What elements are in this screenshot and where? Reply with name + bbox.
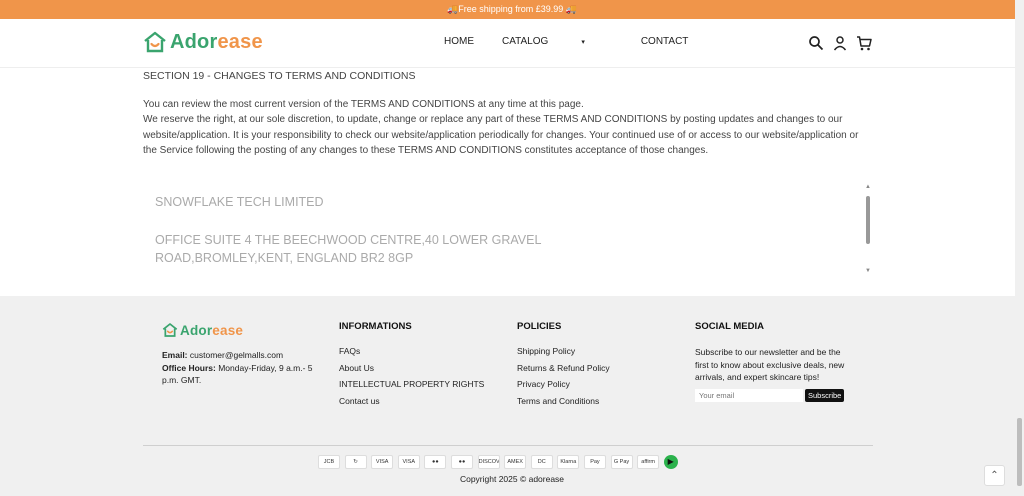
newsletter-email-input[interactable] [695, 388, 803, 402]
footer-link-terms[interactable]: Terms and Conditions [517, 396, 610, 406]
footer-divider [143, 445, 873, 446]
informations-column: INFORMATIONS FAQs About Us INTELLECTUAL … [339, 321, 484, 413]
diners-club-icon: DC [530, 455, 553, 469]
promo-banner: 🚚Free shipping from £39.99 🚚 [0, 0, 1024, 19]
search-icon[interactable] [808, 35, 824, 51]
inner-scrollbar[interactable]: ▲ ▼ [863, 184, 873, 276]
visa-icon: VISA [397, 455, 420, 469]
newsletter-text: Subscribe to our newsletter and be the f… [695, 347, 845, 382]
footer-link-ip-rights[interactable]: INTELLECTUAL PROPERTY RIGHTS [339, 379, 484, 389]
discover-icon: DISCOVER [477, 455, 500, 469]
newsletter-form: Subscribe [695, 388, 855, 402]
cart-icon[interactable] [856, 35, 872, 51]
brand-name: Adorease [170, 30, 263, 53]
contact-info: Email: customer@gelmalls.com Office Hour… [162, 349, 322, 387]
column-title: SOCIAL MEDIA [695, 321, 764, 332]
play-icon: ▶ [663, 455, 678, 469]
back-to-top-button[interactable]: ⌃ [984, 465, 1005, 486]
user-icon[interactable] [832, 35, 848, 51]
footer-logo[interactable]: Adorease [162, 322, 243, 338]
jcb-icon: JCB [318, 455, 340, 469]
nav-contact[interactable]: CONTACT [641, 36, 689, 47]
scroll-down-arrow-icon[interactable]: ▼ [865, 268, 871, 274]
office-hours-label: Office Hours: [162, 362, 216, 373]
company-name: SNOWFLAKE TECH LIMITED [155, 195, 324, 209]
column-title: INFORMATIONS [339, 321, 412, 332]
house-icon [162, 323, 178, 337]
payment-methods: JCB ↻ VISA VISA ●● ●● DISCOVER AMEX DC K… [318, 455, 678, 469]
terms-paragraph: You can review the most current version … [143, 98, 584, 110]
afterpay-icon: ↻ [344, 455, 367, 469]
policies-column: POLICIES Shipping Policy Returns & Refun… [517, 321, 610, 413]
copyright-text: Copyright 2025 © adorease [459, 474, 565, 484]
chevron-down-icon: ▾ [581, 38, 585, 46]
mastercard-icon: ●● [424, 455, 447, 469]
page-scroll-thumb[interactable] [1017, 418, 1022, 486]
footer-link-about-us[interactable]: About Us [339, 363, 484, 373]
terms-content: SECTION 19 - CHANGES TO TERMS AND CONDIT… [143, 68, 873, 159]
page-scrollbar[interactable] [1015, 0, 1024, 496]
footer-link-privacy-policy[interactable]: Privacy Policy [517, 379, 610, 389]
scroll-thumb[interactable] [866, 196, 870, 244]
amex-icon: AMEX [504, 455, 527, 469]
email-label: Email: [162, 350, 188, 360]
apple-pay-icon: Pay [583, 455, 606, 469]
maestro-icon: ●● [450, 455, 473, 469]
social-media-column: SOCIAL MEDIA Subscribe to our newsletter… [695, 321, 855, 402]
section-title: SECTION 19 - CHANGES TO TERMS AND CONDIT… [143, 70, 416, 82]
terms-paragraph: We reserve the right, at our sole discre… [143, 114, 859, 156]
klarna-icon: Klarna [557, 455, 580, 469]
company-info-box: SNOWFLAKE TECH LIMITED OFFICE SUITE 4 TH… [143, 184, 873, 276]
footer-link-contact-us[interactable]: Contact us [339, 396, 484, 406]
nav-home[interactable]: HOME [444, 36, 474, 47]
column-title: POLICIES [517, 321, 562, 332]
site-footer: Adorease Email: customer@gelmalls.com Of… [0, 296, 1024, 496]
company-address: OFFICE SUITE 4 THE BEECHWOOD CENTRE,40 L… [155, 233, 541, 265]
main-nav: HOME CATALOG ▾ CONTACT [444, 36, 716, 47]
affirm-icon: affirm [637, 455, 660, 469]
google-pay-icon: G Pay [610, 455, 633, 469]
nav-catalog[interactable]: CATALOG ▾ [502, 36, 613, 47]
brand-logo[interactable]: Adorease [143, 30, 263, 54]
footer-brand-name: Adorease [180, 322, 244, 338]
scroll-up-arrow-icon[interactable]: ▲ [865, 184, 871, 190]
house-icon [144, 31, 166, 53]
site-header: Adorease HOME CATALOG ▾ CONTACT [0, 19, 1024, 68]
footer-link-returns-policy[interactable]: Returns & Refund Policy [517, 363, 610, 373]
header-actions [800, 35, 872, 51]
footer-link-faqs[interactable]: FAQs [339, 346, 484, 356]
footer-link-shipping-policy[interactable]: Shipping Policy [517, 346, 610, 356]
subscribe-button[interactable]: Subscribe [805, 388, 845, 402]
visa-electron-icon: VISA [371, 455, 394, 469]
email-value[interactable]: customer@gelmalls.com [188, 350, 283, 360]
